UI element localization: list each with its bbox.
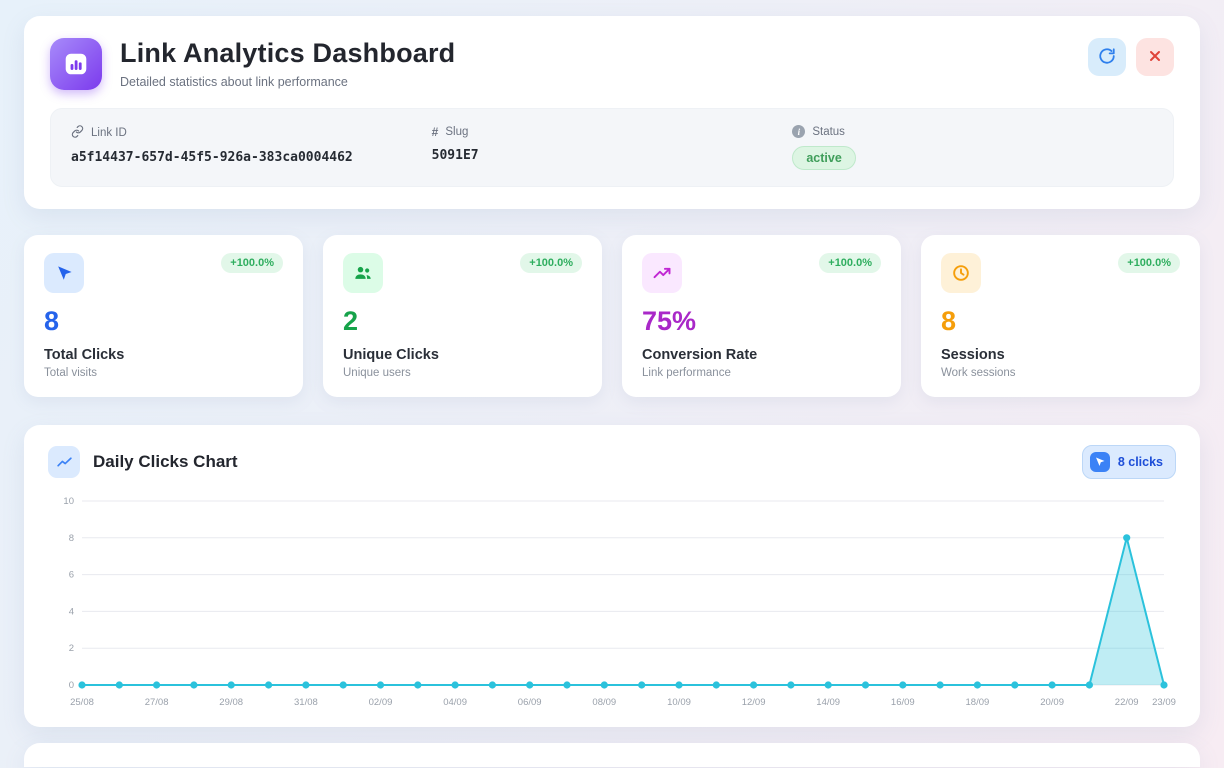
svg-text:10/09: 10/09 [667,697,691,708]
stat-card-sessions: +100.0% 8 Sessions Work sessions [921,235,1200,397]
analytics-app-icon [50,38,102,90]
dashboard-page: Link Analytics Dashboard Detailed statis… [0,0,1224,768]
page-subtitle: Detailed statistics about link performan… [120,75,1088,89]
next-card-peek [24,743,1200,767]
trending-up-icon [642,253,682,293]
clock-icon [941,253,981,293]
line-chart-icon [48,446,80,478]
stat-card-total-clicks: +100.0% 8 Total Clicks Total visits [24,235,303,397]
users-icon [343,253,383,293]
stat-card-conversion-rate: +100.0% 75% Conversion Rate Link perform… [622,235,901,397]
slug-label: Slug [445,126,468,138]
stat-value: 8 [44,306,283,337]
trend-badge: +100.0% [520,253,582,273]
svg-text:12/09: 12/09 [742,697,766,708]
svg-text:02/09: 02/09 [369,697,393,708]
svg-text:16/09: 16/09 [891,697,915,708]
svg-text:22/09: 22/09 [1115,697,1139,708]
page-title: Link Analytics Dashboard [120,38,1088,69]
daily-clicks-card: Daily Clicks Chart 8 clicks 0 2 4 6 8 10 25/08… [24,425,1200,727]
stat-sublabel: Total visits [44,367,283,379]
svg-text:29/08: 29/08 [219,697,243,708]
slug-item: # Slug 5091E7 [432,125,793,170]
refresh-icon [1098,47,1116,68]
info-icon: i [792,125,805,138]
svg-text:6: 6 [69,570,74,581]
status-label: Status [812,126,845,138]
refresh-button[interactable] [1088,38,1126,76]
stats-row: +100.0% 8 Total Clicks Total visits +100… [24,235,1200,397]
svg-text:23/09: 23/09 [1152,697,1176,708]
svg-text:08/09: 08/09 [592,697,616,708]
svg-text:4: 4 [69,606,74,617]
stat-value: 75% [642,306,881,337]
svg-text:0: 0 [69,680,74,691]
stat-sublabel: Unique users [343,367,582,379]
close-button[interactable] [1136,38,1174,76]
stat-label: Total Clicks [44,347,283,363]
svg-text:2: 2 [69,643,74,654]
svg-text:31/08: 31/08 [294,697,318,708]
svg-text:20/09: 20/09 [1040,697,1064,708]
link-id-label: Link ID [91,127,127,139]
svg-text:06/09: 06/09 [518,697,542,708]
svg-text:8: 8 [69,533,74,544]
trend-badge: +100.0% [1118,253,1180,273]
close-icon [1147,48,1163,67]
stat-value: 2 [343,306,582,337]
stat-label: Unique Clicks [343,347,582,363]
header-card: Link Analytics Dashboard Detailed statis… [24,16,1200,209]
link-id-item: Link ID a5f14437-657d-45f5-926a-383ca000… [71,125,432,170]
status-item: i Status active [792,125,1153,170]
svg-text:18/09: 18/09 [966,697,990,708]
stat-sublabel: Link performance [642,367,881,379]
chart-title: Daily Clicks Chart [93,452,1082,472]
clicks-count-badge: 8 clicks [1082,445,1176,479]
stat-sublabel: Work sessions [941,367,1180,379]
hash-icon: # [432,125,439,139]
trend-badge: +100.0% [819,253,881,273]
cursor-click-icon [1090,452,1110,472]
svg-text:14/09: 14/09 [816,697,840,708]
svg-text:04/09: 04/09 [443,697,467,708]
stat-label: Sessions [941,347,1180,363]
stat-card-unique-clicks: +100.0% 2 Unique Clicks Unique users [323,235,602,397]
svg-text:27/08: 27/08 [145,697,169,708]
stat-value: 8 [941,306,1180,337]
stat-label: Conversion Rate [642,347,881,363]
link-id-value: a5f14437-657d-45f5-926a-383ca0004462 [71,150,432,165]
daily-clicks-chart: 0 2 4 6 8 10 25/08 27/08 29/08 31/08 02/09 04/09 06/… [48,491,1176,713]
slug-value: 5091E7 [432,148,793,163]
trend-badge: +100.0% [221,253,283,273]
link-icon [71,125,84,141]
cursor-click-icon [44,253,84,293]
svg-text:25/08: 25/08 [70,697,94,708]
clicks-count-label: 8 clicks [1118,455,1163,469]
bar-chart-icon [63,51,89,77]
svg-text:10: 10 [63,496,74,507]
link-info-panel: Link ID a5f14437-657d-45f5-926a-383ca000… [50,108,1174,187]
status-badge: active [792,146,855,170]
